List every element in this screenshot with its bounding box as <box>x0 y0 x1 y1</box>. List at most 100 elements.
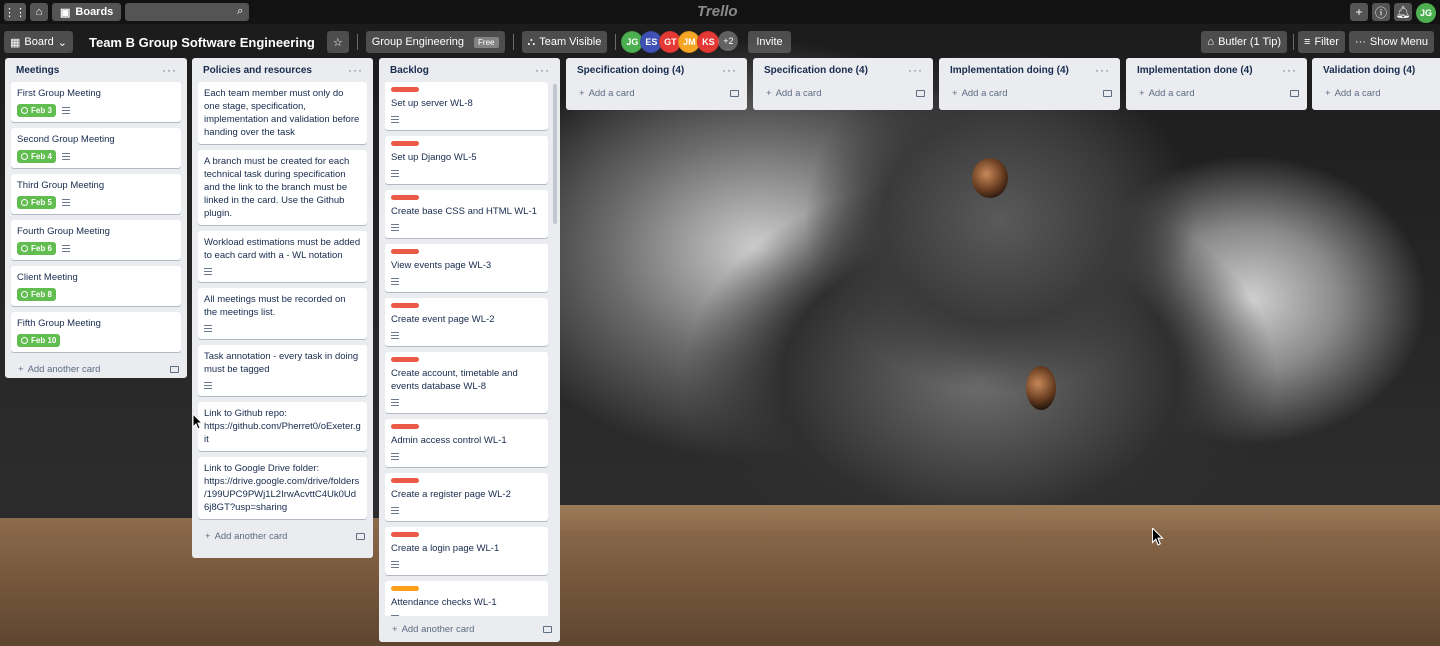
add-card-button[interactable]: + Add a card <box>939 82 1120 104</box>
card-label[interactable] <box>391 87 419 92</box>
card[interactable]: Create account, timetable and events dat… <box>385 352 548 413</box>
card[interactable]: Fourth Group Meeting Feb 6 <box>11 220 181 260</box>
add-card-label: Add another card <box>401 623 475 635</box>
card-label[interactable] <box>391 141 419 146</box>
due-date-badge[interactable]: Feb 3 <box>17 104 56 117</box>
list-scrollbar[interactable] <box>553 84 557 224</box>
info-button[interactable]: ⓘ <box>1372 3 1390 21</box>
list-title[interactable]: Meetings <box>16 65 59 76</box>
list-title[interactable]: Specification doing (4) <box>577 65 684 76</box>
create-button[interactable]: + <box>1350 3 1368 21</box>
team-plan-badge: Free <box>474 36 499 48</box>
list-title[interactable]: Implementation doing (4) <box>950 65 1069 76</box>
list-title[interactable]: Policies and resources <box>203 65 312 76</box>
add-card-button[interactable]: + Add another card <box>5 358 187 380</box>
list-menu-icon[interactable]: ··· <box>1095 63 1110 77</box>
card[interactable]: Create base CSS and HTML WL-1 <box>385 190 548 238</box>
add-card-label: Add a card <box>961 87 1008 99</box>
due-date-badge[interactable]: Feb 5 <box>17 196 56 209</box>
card[interactable]: Task annotation - every task in doing mu… <box>198 345 367 396</box>
card-label[interactable] <box>391 195 419 200</box>
due-date-badge[interactable]: Feb 10 <box>17 334 61 347</box>
card-template-icon[interactable] <box>1290 89 1299 97</box>
list-specification-done: Specification done (4) ··· + Add a card <box>753 58 933 110</box>
card-template-icon[interactable] <box>356 532 365 540</box>
filter-button[interactable]: ≡ Filter <box>1298 31 1345 53</box>
card[interactable]: Create a register page WL-2 <box>385 473 548 521</box>
list-title[interactable]: Implementation done (4) <box>1137 65 1253 76</box>
card[interactable]: All meetings must be recorded on the mee… <box>198 288 367 339</box>
invite-button[interactable]: Invite <box>748 31 791 53</box>
show-menu-button[interactable]: ··· Show Menu <box>1348 31 1434 53</box>
card-label[interactable] <box>391 357 419 362</box>
due-date-badge[interactable]: Feb 6 <box>17 242 56 255</box>
list-menu-icon[interactable]: ··· <box>348 63 363 77</box>
apps-button[interactable]: ⋮⋮ <box>4 3 26 21</box>
due-date-badge[interactable]: Feb 4 <box>17 150 56 163</box>
add-card-button[interactable]: + Add a card <box>1312 82 1440 104</box>
board-view-switcher[interactable]: ▦ Board ⌄ <box>4 31 73 53</box>
card-label[interactable] <box>391 478 419 483</box>
card[interactable]: First Group Meeting Feb 3 <box>11 82 181 122</box>
card[interactable]: Workload estimations must be added to ea… <box>198 231 367 282</box>
card[interactable]: Each team member must only do one stage,… <box>198 82 367 144</box>
card[interactable]: Set up server WL-8 <box>385 82 548 130</box>
card-label[interactable] <box>391 532 419 537</box>
card-label[interactable] <box>391 249 419 254</box>
card-template-icon[interactable] <box>543 625 552 633</box>
card[interactable]: Create a login page WL-1 <box>385 527 548 575</box>
invite-label: Invite <box>756 36 783 48</box>
search-icon: ⌕ <box>237 5 244 17</box>
list-title[interactable]: Backlog <box>390 65 429 76</box>
list-implementation-doing: Implementation doing (4) ··· + Add a card <box>939 58 1120 110</box>
card-label[interactable] <box>391 424 419 429</box>
clock-icon <box>21 245 28 252</box>
card[interactable]: Link to Github repo: https://github.com/… <box>198 402 367 451</box>
list-menu-icon[interactable]: ··· <box>908 63 923 77</box>
card[interactable]: Set up Django WL-5 <box>385 136 548 184</box>
team-button[interactable]: Group Engineering Free <box>365 31 505 53</box>
card-template-icon[interactable] <box>730 89 739 97</box>
card-template-icon[interactable] <box>916 89 925 97</box>
card-label[interactable] <box>391 586 419 591</box>
list-title[interactable]: Specification done (4) <box>764 65 868 76</box>
add-card-button[interactable]: + Add a card <box>1126 82 1307 104</box>
board-title[interactable]: Team B Group Software Engineering <box>85 35 319 50</box>
home-button[interactable]: ⌂ <box>30 3 48 21</box>
card[interactable]: Fifth Group Meeting Feb 10 <box>11 312 181 352</box>
add-card-button[interactable]: + Add a card <box>566 82 747 104</box>
butler-button[interactable]: ⌂ Butler (1 Tip) <box>1201 31 1288 53</box>
background-photo-cardboard-edge <box>560 505 1440 530</box>
card[interactable]: Attendance checks WL-1 <box>385 581 548 616</box>
list-menu-icon[interactable]: ··· <box>162 63 177 77</box>
list-menu-icon[interactable]: ··· <box>1282 63 1297 77</box>
more-members-button[interactable]: +2 <box>718 31 739 51</box>
card-label[interactable] <box>391 303 419 308</box>
notifications-button[interactable]: 🔔︎ <box>1394 3 1412 21</box>
card[interactable]: View events page WL-3 <box>385 244 548 292</box>
card[interactable]: Create event page WL-2 <box>385 298 548 346</box>
card[interactable]: Link to Google Drive folder: https://dri… <box>198 457 367 519</box>
add-card-button[interactable]: + Add another card <box>192 525 373 547</box>
boards-button[interactable]: ▣ Boards <box>52 3 122 21</box>
card[interactable]: Admin access control WL-1 <box>385 419 548 467</box>
card-template-icon[interactable] <box>1103 89 1112 97</box>
card[interactable]: A branch must be created for each techni… <box>198 150 367 225</box>
card[interactable]: Second Group Meeting Feb 4 <box>11 128 181 168</box>
card[interactable]: Client Meeting Feb 8 <box>11 266 181 306</box>
list-menu-icon[interactable]: ··· <box>535 63 550 77</box>
card[interactable]: Third Group Meeting Feb 5 <box>11 174 181 214</box>
trello-logo[interactable]: Trello <box>697 3 738 20</box>
member-avatar[interactable]: KS <box>697 31 720 53</box>
list-title[interactable]: Validation doing (4) <box>1323 65 1415 76</box>
add-card-button[interactable]: + Add a card <box>753 82 933 104</box>
user-avatar[interactable]: JG <box>1416 3 1436 23</box>
due-date-badge[interactable]: Feb 8 <box>17 288 56 301</box>
list-menu-icon[interactable]: ··· <box>722 63 737 77</box>
search-input[interactable]: ⌕ <box>125 3 250 21</box>
card-template-icon[interactable] <box>170 365 179 373</box>
description-icon <box>391 168 399 179</box>
star-board-button[interactable]: ☆ <box>326 31 349 53</box>
add-card-button[interactable]: + Add another card <box>379 618 560 640</box>
visibility-button[interactable]: ⛬ Team Visible <box>521 31 608 53</box>
